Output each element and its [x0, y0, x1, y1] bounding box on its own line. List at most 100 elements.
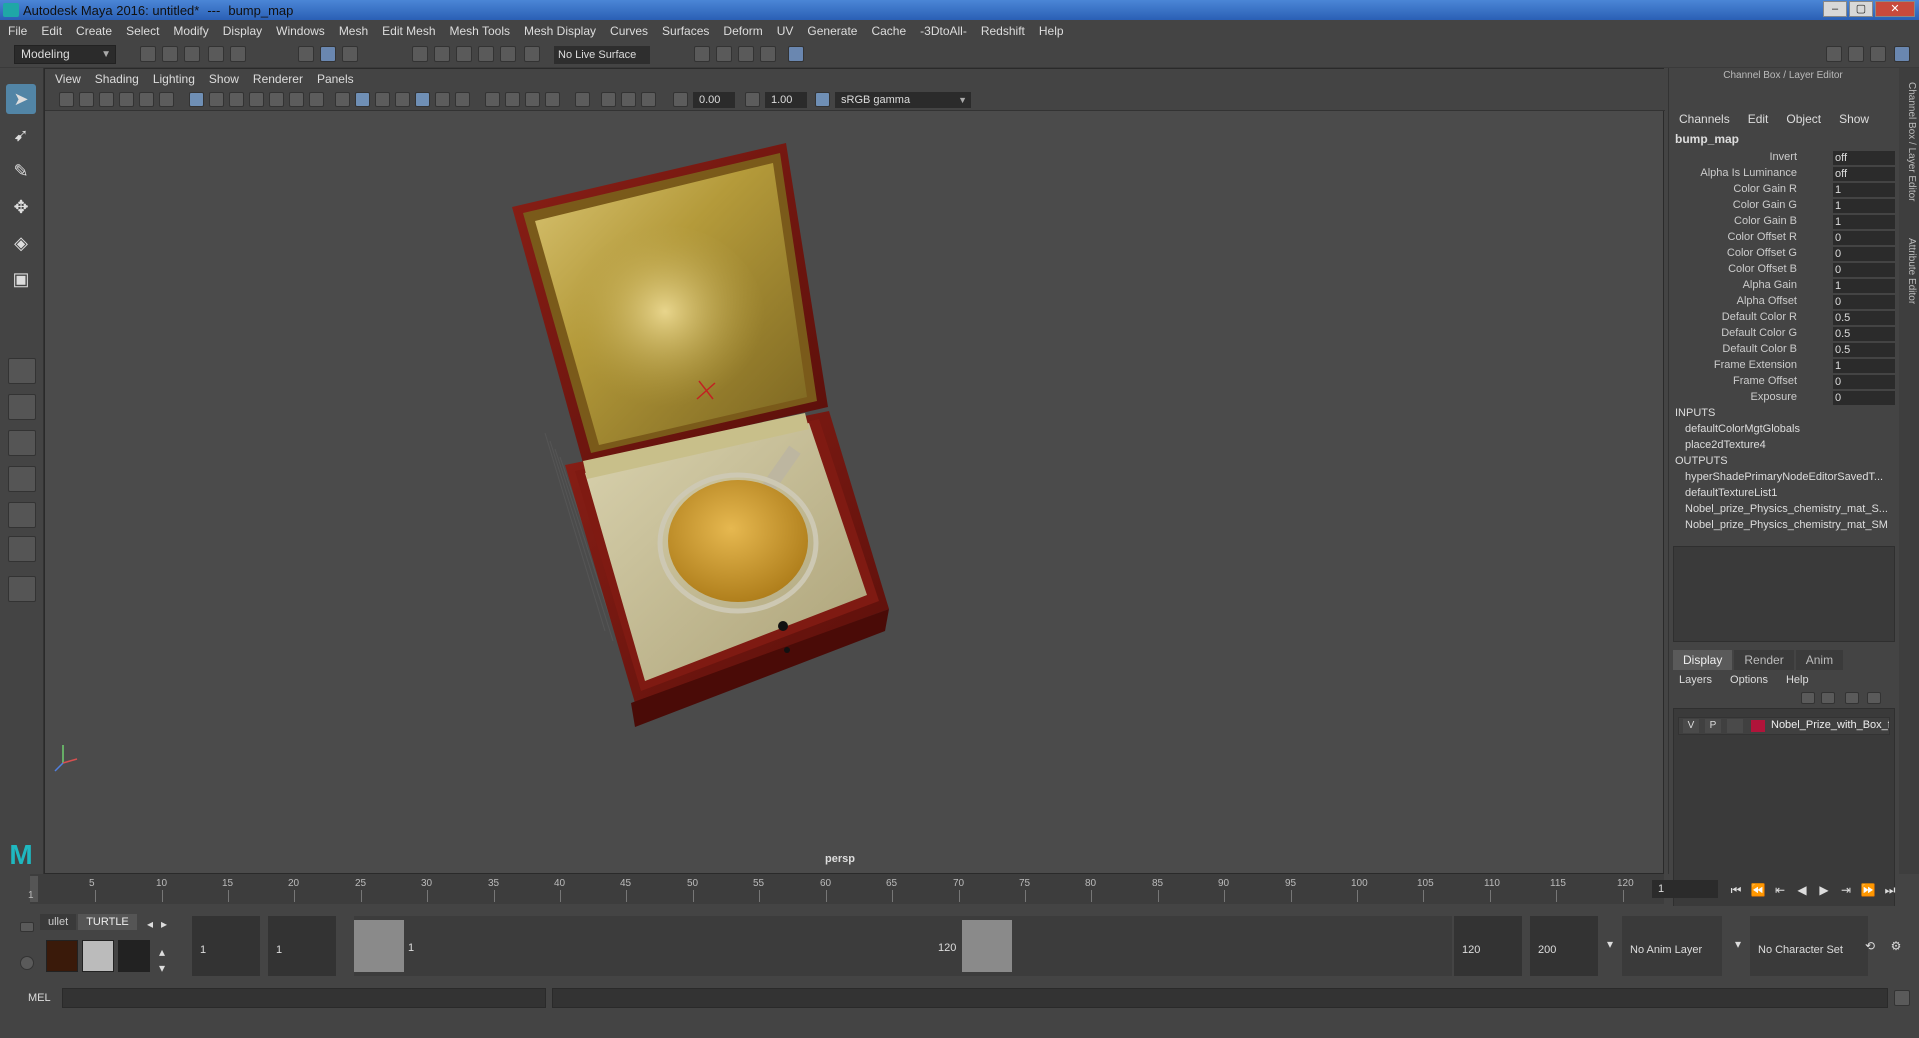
snap-curve-icon[interactable] [434, 46, 450, 62]
open-scene-icon[interactable] [162, 46, 178, 62]
attr-value[interactable]: 1 [1833, 215, 1895, 229]
snap-view-icon[interactable] [478, 46, 494, 62]
play-forwards-icon[interactable]: ▶ [1816, 882, 1832, 898]
color-space-select[interactable]: sRGB gamma ▼ [835, 92, 971, 108]
grease-pencil-icon[interactable] [159, 92, 174, 107]
layer-color-swatch[interactable] [1751, 720, 1765, 732]
chevron-down-icon[interactable]: ▾ [1730, 936, 1746, 952]
menu-curves[interactable]: Curves [610, 24, 648, 38]
shelf-tab-bullet[interactable]: ullet [40, 914, 77, 930]
node-name[interactable]: bump_map [1675, 132, 1739, 146]
xray-active-icon[interactable] [621, 92, 636, 107]
depth-of-field-icon[interactable] [545, 92, 560, 107]
range-slider[interactable]: 1 120 [354, 916, 1452, 976]
side-tab-attribute-editor[interactable]: Attribute Editor [1901, 238, 1917, 304]
attr-row-alpha-offset[interactable]: Alpha Offset 0 [1669, 295, 1897, 311]
menu-mesh-display[interactable]: Mesh Display [524, 24, 596, 38]
menu-mesh[interactable]: Mesh [339, 24, 368, 38]
hypershade-icon[interactable] [788, 46, 804, 62]
exposure-field[interactable]: 0.00 [693, 92, 735, 108]
tab-render[interactable]: Render [1734, 650, 1794, 670]
input-item[interactable]: place2dTexture4 [1685, 439, 1891, 451]
chevron-down-icon[interactable]: ▾ [1602, 936, 1618, 952]
time-slider[interactable]: 1 5 10 15 20 25 30 35 40 45 50 55 60 65 70 75 80 85 90 95 1… [28, 874, 1664, 904]
attr-row-alpha-gain[interactable]: Alpha Gain 1 [1669, 279, 1897, 295]
menu-redshift[interactable]: Redshift [981, 24, 1025, 38]
vp-menu-view[interactable]: View [55, 72, 81, 86]
animation-end-field[interactable]: 200 [1530, 916, 1598, 976]
select-component-icon[interactable] [342, 46, 358, 62]
channel-box-icon[interactable] [1894, 46, 1910, 62]
attr-value[interactable]: 0 [1833, 295, 1895, 309]
attr-value[interactable]: 0.5 [1833, 327, 1895, 341]
gamma-field[interactable]: 1.00 [765, 92, 807, 108]
paint-select-tool[interactable]: ✎ [6, 156, 36, 186]
attr-row-color-gain-b[interactable]: Color Gain B 1 [1669, 215, 1897, 231]
range-start-handle[interactable] [354, 920, 404, 972]
step-forward-frame-icon[interactable]: ⏩ [1860, 882, 1876, 898]
menu-help[interactable]: Help [1039, 24, 1064, 38]
xray-icon[interactable] [395, 92, 410, 107]
attr-value[interactable]: 0.5 [1833, 343, 1895, 357]
attr-value[interactable]: 0 [1833, 375, 1895, 389]
make-live-icon[interactable] [524, 46, 540, 62]
layer-name[interactable]: Nobel_Prize_with_Box_fo [1771, 719, 1889, 731]
shelf-down-icon[interactable]: ▾ [154, 960, 170, 976]
modeling-toolkit-icon[interactable] [1826, 46, 1842, 62]
four-view-layout-icon[interactable] [8, 394, 36, 420]
anti-aliasing-icon[interactable] [525, 92, 540, 107]
maximize-icon[interactable]: ▢ [1849, 1, 1873, 17]
menu-surfaces[interactable]: Surfaces [662, 24, 709, 38]
undo-icon[interactable] [208, 46, 224, 62]
command-input[interactable] [62, 988, 546, 1008]
attr-row-color-offset-b[interactable]: Color Offset B 0 [1669, 263, 1897, 279]
script-editor-icon[interactable] [1894, 990, 1910, 1006]
animation-preferences-icon[interactable]: ⚙ [1888, 938, 1904, 954]
layer-visibility-toggle[interactable]: V [1683, 719, 1699, 733]
turtle-sphere-icon[interactable] [118, 940, 150, 972]
attr-row-color-offset-g[interactable]: Color Offset G 0 [1669, 247, 1897, 263]
attr-row-alpha-is-luminance[interactable]: Alpha Is Luminance off [1669, 167, 1897, 183]
mode-selector[interactable]: Modeling ▼ [14, 45, 116, 64]
safe-action-icon[interactable] [289, 92, 304, 107]
shelf-scroll-right-icon[interactable]: ▸ [156, 916, 172, 932]
vp-menu-show[interactable]: Show [209, 72, 239, 86]
attr-row-default-color-g[interactable]: Default Color G 0.5 [1669, 327, 1897, 343]
turtle-render-icon[interactable] [46, 940, 78, 972]
new-layer-from-selection-icon[interactable] [1867, 692, 1881, 704]
outliner-persp-layout-icon[interactable] [8, 502, 36, 528]
attr-value[interactable]: 1 [1833, 359, 1895, 373]
minimize-icon[interactable]: – [1823, 1, 1847, 17]
xray-joints-icon[interactable] [601, 92, 616, 107]
layer-row[interactable]: V P Nobel_Prize_with_Box_fo [1678, 717, 1890, 735]
layout-options-icon[interactable] [8, 576, 36, 602]
attr-value[interactable]: off [1833, 167, 1895, 181]
go-to-end-icon[interactable]: ⏭ [1882, 882, 1898, 898]
attr-value[interactable]: 0 [1833, 263, 1895, 277]
layer-menu-help[interactable]: Help [1786, 674, 1809, 686]
attr-value[interactable]: 1 [1833, 199, 1895, 213]
range-end-handle[interactable] [962, 920, 1012, 972]
textured-icon[interactable] [415, 92, 430, 107]
output-item[interactable]: Nobel_prize_Physics_chemistry_mat_SM [1685, 519, 1891, 531]
command-language-label[interactable]: MEL [28, 992, 51, 1004]
attr-value[interactable]: 0 [1833, 391, 1895, 405]
attr-value[interactable]: 1 [1833, 183, 1895, 197]
camera-attributes-icon[interactable] [79, 92, 94, 107]
step-back-frame-icon[interactable]: ⏪ [1750, 882, 1766, 898]
render-view-icon[interactable] [760, 46, 776, 62]
resolution-gate-icon[interactable] [229, 92, 244, 107]
attr-value[interactable]: 0 [1833, 247, 1895, 261]
gamma-icon[interactable] [745, 92, 760, 107]
safe-title-icon[interactable] [309, 92, 324, 107]
side-tab-channel-box[interactable]: Channel Box / Layer Editor [1901, 82, 1917, 202]
go-to-start-icon[interactable]: ⏮ [1728, 882, 1744, 898]
persp-graph-layout-icon[interactable] [8, 466, 36, 492]
film-gate-icon[interactable] [209, 92, 224, 107]
rotate-tool[interactable]: ◈ [6, 228, 36, 258]
bookmark-icon[interactable] [99, 92, 114, 107]
viewport-scene[interactable] [45, 111, 1665, 875]
snap-grid-icon[interactable] [412, 46, 428, 62]
isolate-select-icon[interactable] [575, 92, 590, 107]
redo-icon[interactable] [230, 46, 246, 62]
